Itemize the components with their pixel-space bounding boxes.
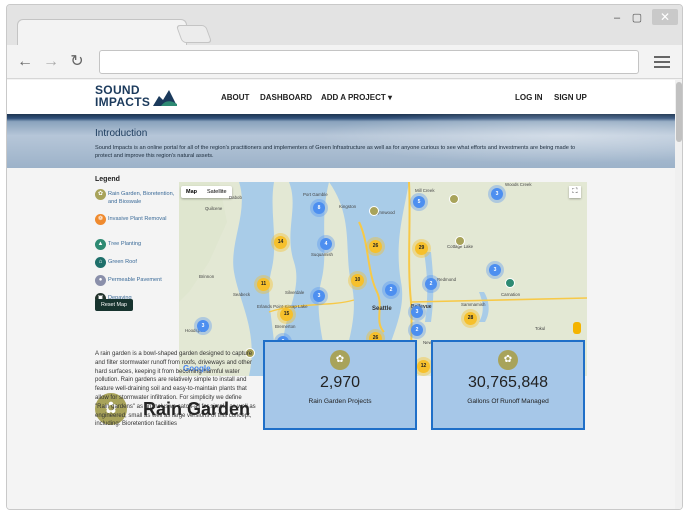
place-label: Woods Creek	[505, 182, 532, 187]
map-cluster[interactable]: 3	[197, 320, 209, 332]
map-cluster[interactable]: 3	[489, 264, 501, 276]
map-cluster[interactable]: 3	[491, 188, 503, 200]
intro-title: Introduction	[95, 128, 148, 139]
map-cluster[interactable]: 14	[274, 236, 287, 249]
leaf-icon: ✿	[95, 189, 106, 200]
close-window-button[interactable]: ✕	[652, 9, 678, 25]
address-bar[interactable]	[99, 50, 639, 74]
place-label: Silverdale	[285, 290, 305, 295]
browser-tab[interactable]	[17, 19, 187, 45]
intro-text: Sound Impacts is an online portal for al…	[95, 145, 576, 159]
map-cluster[interactable]: 3	[313, 290, 325, 302]
nav-dashboard[interactable]: DASHBOARD	[260, 93, 312, 102]
tree-marker[interactable]	[505, 278, 515, 288]
rain-garden-marker[interactable]	[369, 206, 379, 216]
web-page: SOUND IMPACTS ABOUT DASHBOARD ADD A PROJ…	[7, 80, 682, 509]
map-cluster[interactable]: 2	[385, 284, 397, 296]
site-header: SOUND IMPACTS ABOUT DASHBOARD ADD A PROJ…	[7, 80, 682, 114]
map-cluster[interactable]: 26	[369, 240, 382, 253]
legend-item-invasive-plant[interactable]: ❁ Invasive Plant Removal	[95, 214, 175, 239]
tab-bar: – ▢ ✕	[7, 5, 682, 45]
map-cluster[interactable]: 11	[257, 278, 270, 291]
map-cluster[interactable]: 4	[320, 238, 332, 250]
legend-item-rain-garden[interactable]: ✿ Rain Garden, Bioretention, and Bioswal…	[95, 189, 175, 214]
map-legend: Legend ✿ Rain Garden, Bioretention, and …	[95, 176, 175, 311]
leaf-icon: ✿	[330, 350, 350, 370]
map-cluster[interactable]: 15	[280, 308, 293, 321]
place-label: Brinnon	[199, 274, 215, 279]
stat-value: 2,970	[319, 374, 361, 391]
map-cluster[interactable]: 5	[413, 196, 425, 208]
map-cluster[interactable]: 2	[425, 278, 437, 290]
map-cluster[interactable]: 8	[313, 202, 325, 214]
maximize-button[interactable]: ▢	[628, 11, 646, 25]
stat-value: 30,765,848	[467, 374, 549, 391]
stat-label: Rain Garden Projects	[308, 398, 372, 405]
page-scrollbar[interactable]	[675, 80, 682, 509]
nav-add-project[interactable]: ADD A PROJECT ▾	[321, 93, 392, 102]
legend-item-green-roof[interactable]: ⌂ Green Roof	[95, 257, 175, 275]
place-label: Carnation	[501, 292, 521, 297]
legend-item-label: Rain Garden, Bioretention, and Bioswale	[108, 191, 175, 205]
place-label: Port Gamble	[303, 192, 328, 197]
map-cluster[interactable]: 2	[411, 324, 423, 336]
place-label: Seattle	[372, 306, 392, 312]
map-cluster[interactable]: 12	[417, 360, 430, 373]
legend-item-tree-planting[interactable]: ▲ Tree Planting	[95, 239, 175, 257]
map-cluster[interactable]: 3	[411, 306, 423, 318]
place-label: Quilcene	[205, 206, 223, 211]
scrollbar-thumb[interactable]	[676, 82, 682, 142]
house-icon: ⌂	[95, 257, 106, 268]
minimize-button[interactable]: –	[608, 11, 626, 25]
tree-icon: ▲	[95, 239, 106, 250]
browser-window: – ▢ ✕ ← → ↻ SOUND IMPACTS ABOUT DASHBOAR…	[6, 4, 683, 510]
place-label: Redmond	[437, 277, 457, 282]
legend-title: Legend	[95, 176, 120, 183]
legend-item-label: Permeable Pavement	[108, 277, 162, 283]
rain-garden-marker[interactable]	[455, 236, 465, 246]
place-label: Seabeck	[233, 292, 251, 297]
map-cluster[interactable]: 29	[415, 242, 428, 255]
browser-menu-icon[interactable]	[654, 53, 670, 71]
place-label: Mill Creek	[415, 188, 435, 193]
leaf-icon: ✿	[498, 350, 518, 370]
nav-login[interactable]: LOG IN	[515, 93, 543, 102]
legend-item-label: Green Roof	[108, 259, 137, 265]
nav-about[interactable]: ABOUT	[221, 93, 249, 102]
legend-item-label: Tree Planting	[108, 241, 142, 247]
sound-impacts-logo[interactable]: SOUND IMPACTS	[95, 84, 191, 110]
logo-mountain-icon	[153, 90, 177, 106]
forward-button[interactable]: →	[41, 52, 61, 72]
stat-card-projects: ✿ 2,970 Rain Garden Projects	[263, 340, 417, 430]
new-tab-button[interactable]	[175, 25, 213, 43]
place-label: Kingston	[339, 204, 357, 209]
map-cluster[interactable]: 10	[351, 274, 364, 287]
nav-signup[interactable]: SIGN UP	[554, 93, 587, 102]
place-label: Tokul	[535, 326, 546, 331]
back-button[interactable]: ←	[15, 52, 35, 72]
plant-removal-icon: ❁	[95, 214, 106, 225]
legend-item-permeable-pavement[interactable]: ● Permeable Pavement	[95, 275, 175, 293]
map-cluster[interactable]: 28	[464, 312, 477, 325]
drop-icon: ●	[95, 275, 106, 286]
place-label: Suquamish	[311, 252, 333, 257]
place-label: Sammamish	[461, 302, 486, 307]
place-label: Dabob	[229, 195, 242, 200]
browser-toolbar: ← → ↻	[7, 45, 682, 79]
intro-banner: Introduction Sound Impacts is an online …	[7, 114, 682, 168]
stat-card-gallons: ✿ 30,765,848 Gallons Of Runoff Managed	[431, 340, 585, 430]
main-content: Legend ✿ Rain Garden, Bioretention, and …	[7, 168, 682, 509]
rain-garden-description: A rain garden is a bowl-shaped garden de…	[95, 351, 256, 428]
stat-label: Gallons Of Runoff Managed	[467, 398, 549, 405]
reload-button[interactable]: ↻	[67, 52, 87, 72]
legend-item-label: Invasive Plant Removal	[108, 216, 167, 222]
rain-garden-marker[interactable]	[449, 194, 459, 204]
reset-map-button[interactable]: Reset Map	[95, 299, 133, 311]
place-label: Bremerton	[275, 324, 296, 329]
